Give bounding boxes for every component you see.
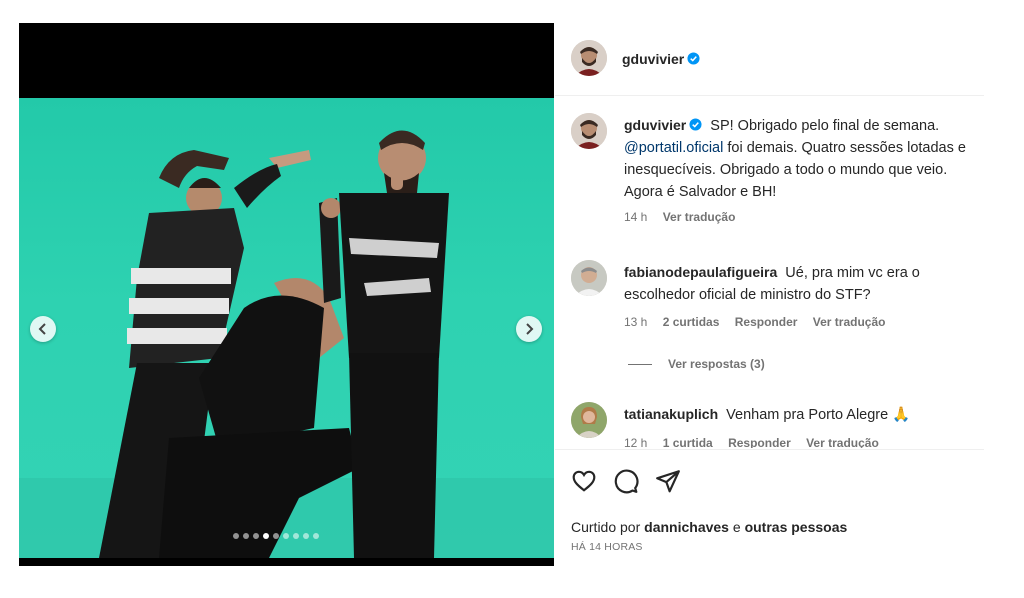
comment-text: fabianodepaulafigueira Ué, pra mim vc er… [624, 261, 974, 306]
comment-translate-link[interactable]: Ver tradução [806, 436, 879, 448]
caption-username[interactable]: gduvivier [624, 117, 702, 133]
view-replies-button[interactable]: Ver respostas (3) [628, 357, 765, 371]
comment-reply-button[interactable]: Responder [728, 436, 791, 448]
comment-likes-count[interactable]: 1 curtida [663, 436, 713, 448]
likes-summary: Curtido por dannichaves e outras pessoas [571, 519, 847, 535]
performers-photo [19, 130, 554, 558]
verified-badge-icon [689, 118, 702, 131]
comment-icon[interactable] [613, 468, 639, 494]
post-header: gduvivier [555, 23, 984, 96]
commenter-avatar-image [571, 402, 607, 438]
carousel-dot [263, 533, 269, 539]
caption-meta: 14 h Ver tradução [624, 210, 747, 224]
comment-timestamp[interactable]: 13 h [624, 315, 647, 329]
carousel-dot [253, 533, 259, 539]
post-timestamp[interactable]: HÁ 14 HORAS [571, 541, 643, 553]
author-username-text[interactable]: gduvivier [622, 51, 684, 67]
next-slide-button[interactable] [516, 316, 542, 342]
verified-badge-icon [687, 52, 700, 65]
comment-timestamp[interactable]: 12 h [624, 436, 647, 448]
liked-by-joiner: e [728, 519, 745, 535]
heart-icon[interactable] [571, 468, 597, 494]
previous-slide-button[interactable] [30, 316, 56, 342]
chevron-right-icon [526, 323, 534, 335]
comment-text: tatianakuplich Venham pra Porto Alegre 🙏 [624, 403, 974, 426]
liked-by-others-link[interactable]: outras pessoas [745, 519, 848, 535]
carousel-dot [303, 533, 309, 539]
carousel-dot [233, 533, 239, 539]
author-username[interactable]: gduvivier [622, 51, 700, 67]
comments-list[interactable]: gduvivier SP! Obrigado pelo final de sem… [555, 96, 984, 448]
author-avatar[interactable] [571, 40, 607, 76]
carousel-dot [243, 533, 249, 539]
liked-by-prefix: Curtido por [571, 519, 645, 535]
comment-translate-link[interactable]: Ver tradução [813, 315, 886, 329]
commenter-avatar-image [571, 260, 607, 296]
carousel-dot [283, 533, 289, 539]
comment-meta: 12 h 1 curtida Responder Ver tradução [624, 436, 891, 448]
caption-mention-link[interactable]: @portatil.oficial [624, 140, 723, 156]
carousel-dot [273, 533, 279, 539]
caption-avatar-image [571, 113, 607, 149]
replies-divider [628, 363, 652, 365]
comment-likes-count[interactable]: 2 curtidas [663, 315, 720, 329]
author-avatar-image [571, 40, 607, 76]
commenter-username[interactable]: fabianodepaulafigueira [624, 264, 777, 280]
comment-content: Venham pra Porto Alegre [726, 407, 889, 423]
commenter-username[interactable]: tatianakuplich [624, 406, 718, 422]
carousel-dot [293, 533, 299, 539]
commenter-avatar[interactable] [571, 260, 607, 296]
caption-avatar[interactable] [571, 113, 607, 149]
post-photo [19, 98, 554, 558]
caption-translate-link[interactable]: Ver tradução [663, 210, 736, 224]
caption-username-text[interactable]: gduvivier [624, 117, 686, 133]
post-media[interactable] [19, 23, 554, 566]
carousel-indicator [233, 533, 319, 539]
carousel-dot [313, 533, 319, 539]
share-icon[interactable] [655, 468, 681, 494]
comment-meta: 13 h 2 curtidas Responder Ver tradução [624, 315, 897, 329]
post-side-panel: gduvivier gduvivier SP! Obrigado pelo fi… [555, 23, 984, 566]
chevron-left-icon [38, 323, 46, 335]
commenter-avatar[interactable] [571, 402, 607, 438]
caption-text-start: SP! Obrigado pelo final de semana. [710, 118, 940, 134]
post-actions: Curtido por dannichaves e outras pessoas… [555, 449, 984, 567]
caption-timestamp[interactable]: 14 h [624, 210, 647, 224]
praying-hands-emoji: 🙏 [892, 407, 911, 423]
comment-reply-button[interactable]: Responder [735, 315, 798, 329]
view-replies-label[interactable]: Ver respostas (3) [668, 357, 765, 371]
liked-by-user-link[interactable]: dannichaves [644, 519, 729, 535]
caption-text: gduvivier SP! Obrigado pelo final de sem… [624, 114, 974, 203]
